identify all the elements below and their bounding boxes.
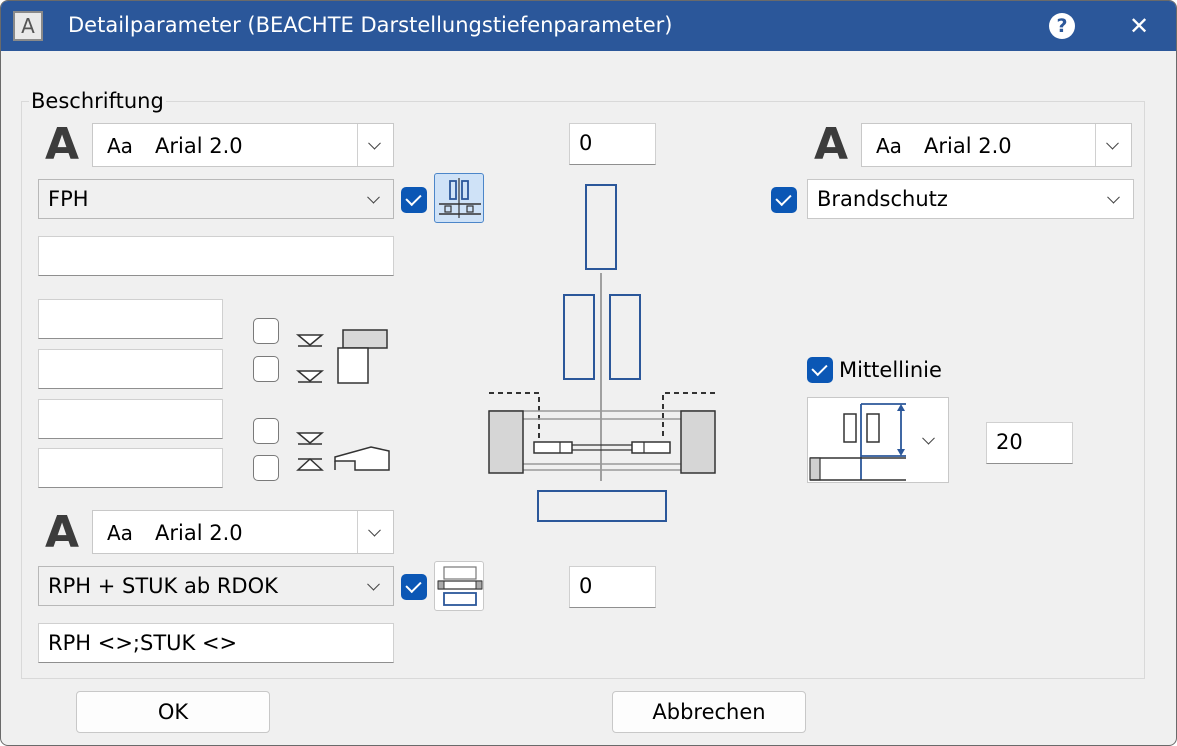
font-dropdown-button[interactable] [357,124,393,166]
combo-dropdown-button[interactable] [357,567,393,605]
font-a-icon-right: A [814,119,849,170]
right-label-combo[interactable]: Brandschutz [807,179,1134,219]
ok-button[interactable]: OK [76,691,270,733]
left-field-2[interactable] [38,349,223,389]
font-dropdown-button[interactable] [357,511,393,553]
center-top-value-field[interactable]: 0 [569,123,656,165]
left-field-3[interactable] [38,399,223,439]
mittellinie-style-selector[interactable] [807,397,949,483]
top-left-text-field[interactable] [38,236,394,276]
chevron-down-icon [368,136,381,150]
combo-dropdown-button[interactable] [357,180,393,218]
bottom-left-label-combo[interactable]: RPH + STUK ab RDOK [38,566,394,606]
font-a-icon: A [45,119,80,170]
style-dropdown-button[interactable] [912,398,948,482]
bottom-left-font-selector[interactable]: Aa Arial 2.0 [92,510,394,554]
font-sample: Aa [876,134,902,158]
font-dropdown-button[interactable] [1095,124,1131,166]
centerline-style-icon [809,403,906,481]
chevron-down-icon [367,190,380,204]
font-name: Arial 2.0 [155,134,243,158]
right-checkbox[interactable] [771,187,797,213]
mittellinie-value-field[interactable]: 20 [986,422,1073,464]
level-symbols-icon [295,329,390,471]
chevron-down-icon [922,431,935,445]
mittellinie-label: Mittellinie [839,358,942,382]
app-icon: A [13,11,43,41]
window-title: Detailparameter (BEACHTE Darstellungstie… [68,13,673,37]
close-button[interactable]: ✕ [1124,9,1154,43]
chevron-down-icon [368,523,381,537]
bottom-left-text-field[interactable]: RPH <>;STUK <> [38,623,394,663]
checkbox-lower-1[interactable] [253,418,279,444]
cancel-button[interactable]: Abbrechen [612,691,806,733]
top-left-font-selector[interactable]: Aa Arial 2.0 [92,123,394,167]
checkbox-upper-1[interactable] [253,318,279,344]
chevron-down-icon [1106,136,1119,150]
wall-preview-diagram [488,184,716,522]
font-name: Arial 2.0 [924,134,1012,158]
center-bottom-value-field[interactable]: 0 [569,566,656,608]
left-field-4[interactable] [38,448,223,488]
top-left-label-combo[interactable]: FPH [38,179,394,219]
combo-value: FPH [48,187,89,211]
wall-section-icon-button[interactable] [434,561,484,611]
dialog-window: A Detailparameter (BEACHTE Darstellungst… [0,0,1177,746]
checkbox-lower-2[interactable] [253,455,279,481]
help-button[interactable]: ? [1049,13,1075,39]
font-sample: Aa [107,134,133,158]
left-field-1[interactable] [38,299,223,339]
title-bar: A Detailparameter (BEACHTE Darstellungst… [1,1,1176,51]
wall-section-icon [437,566,483,606]
combo-dropdown-button[interactable] [1097,180,1133,218]
font-name: Arial 2.0 [155,521,243,545]
combo-value: Brandschutz [817,187,948,211]
chevron-down-icon [367,577,380,591]
group-label: Beschriftung [29,89,166,113]
bottom-left-checkbox[interactable] [401,574,427,600]
top-left-checkbox[interactable] [401,187,427,213]
wall-layout-icon [439,178,481,218]
font-a-icon-bottom: A [45,507,80,558]
wall-layout-icon-button[interactable] [434,173,484,223]
font-sample: Aa [107,521,133,545]
chevron-down-icon [1107,190,1120,204]
checkbox-upper-2[interactable] [253,356,279,382]
combo-value: RPH + STUK ab RDOK [48,574,278,598]
right-font-selector[interactable]: Aa Arial 2.0 [861,123,1132,167]
mittellinie-checkbox[interactable] [807,357,833,383]
